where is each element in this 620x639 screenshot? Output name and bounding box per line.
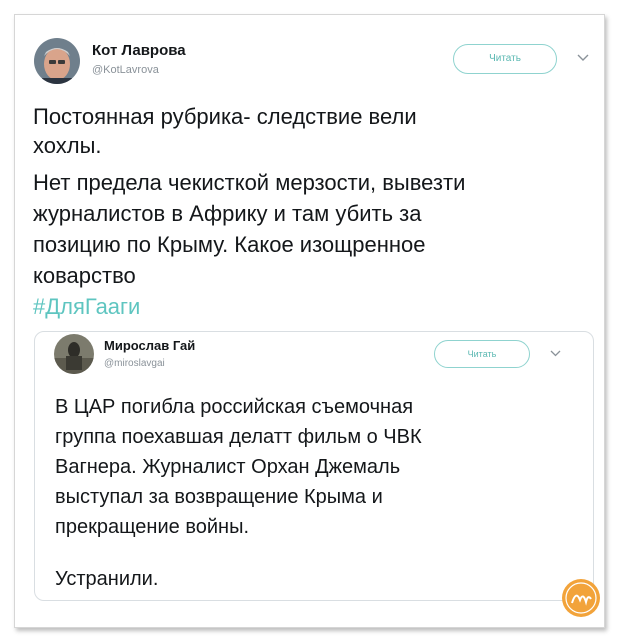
tweet-text-line-1: Постоянная рубрика- следствие вели [33, 104, 417, 129]
quoted-follow-button[interactable]: Читать [434, 340, 530, 368]
tweet-text-line-4: журналистов в Африку и там убить за [33, 201, 422, 226]
quoted-text-line-5: прекращение войны. [55, 516, 249, 538]
site-logo [562, 579, 600, 617]
tweet-text-line-5: позицию по Крыму. Какое изощренное [33, 232, 426, 257]
quoted-text-line-1: В ЦАР погибла российская съемочная [55, 396, 414, 418]
tweet-text-line-2: хохлы. [33, 133, 102, 158]
quoted-closing-line: Устранили. [55, 568, 159, 590]
quoted-text-line-3: Вагнера. Журналист Орхан Джемаль [55, 456, 401, 478]
hashtag-link[interactable]: #ДляГааги [33, 292, 140, 321]
author-handle[interactable]: @KotLavrova [92, 64, 159, 76]
author-name[interactable]: Кот Лаврова [92, 42, 186, 59]
quoted-text-line-4: выступал за возвращение Крыма и [55, 486, 383, 508]
tweet-text-line-3: Нет предела чекисткой мерзости, вывезти [33, 170, 466, 195]
quoted-author-avatar[interactable] [54, 334, 94, 374]
chevron-down-icon[interactable] [550, 350, 561, 357]
chevron-down-icon[interactable] [577, 54, 589, 62]
tweet-text-line-6: коварство [33, 263, 136, 288]
quoted-text-line-2: группа поехавшая делатт фильм о ЧВК [55, 426, 422, 448]
follow-button[interactable]: Читать [453, 44, 557, 74]
quoted-author-handle[interactable]: @miroslavgai [104, 358, 165, 369]
author-avatar[interactable] [34, 38, 80, 84]
quoted-author-name[interactable]: Мирослав Гай [104, 338, 195, 353]
